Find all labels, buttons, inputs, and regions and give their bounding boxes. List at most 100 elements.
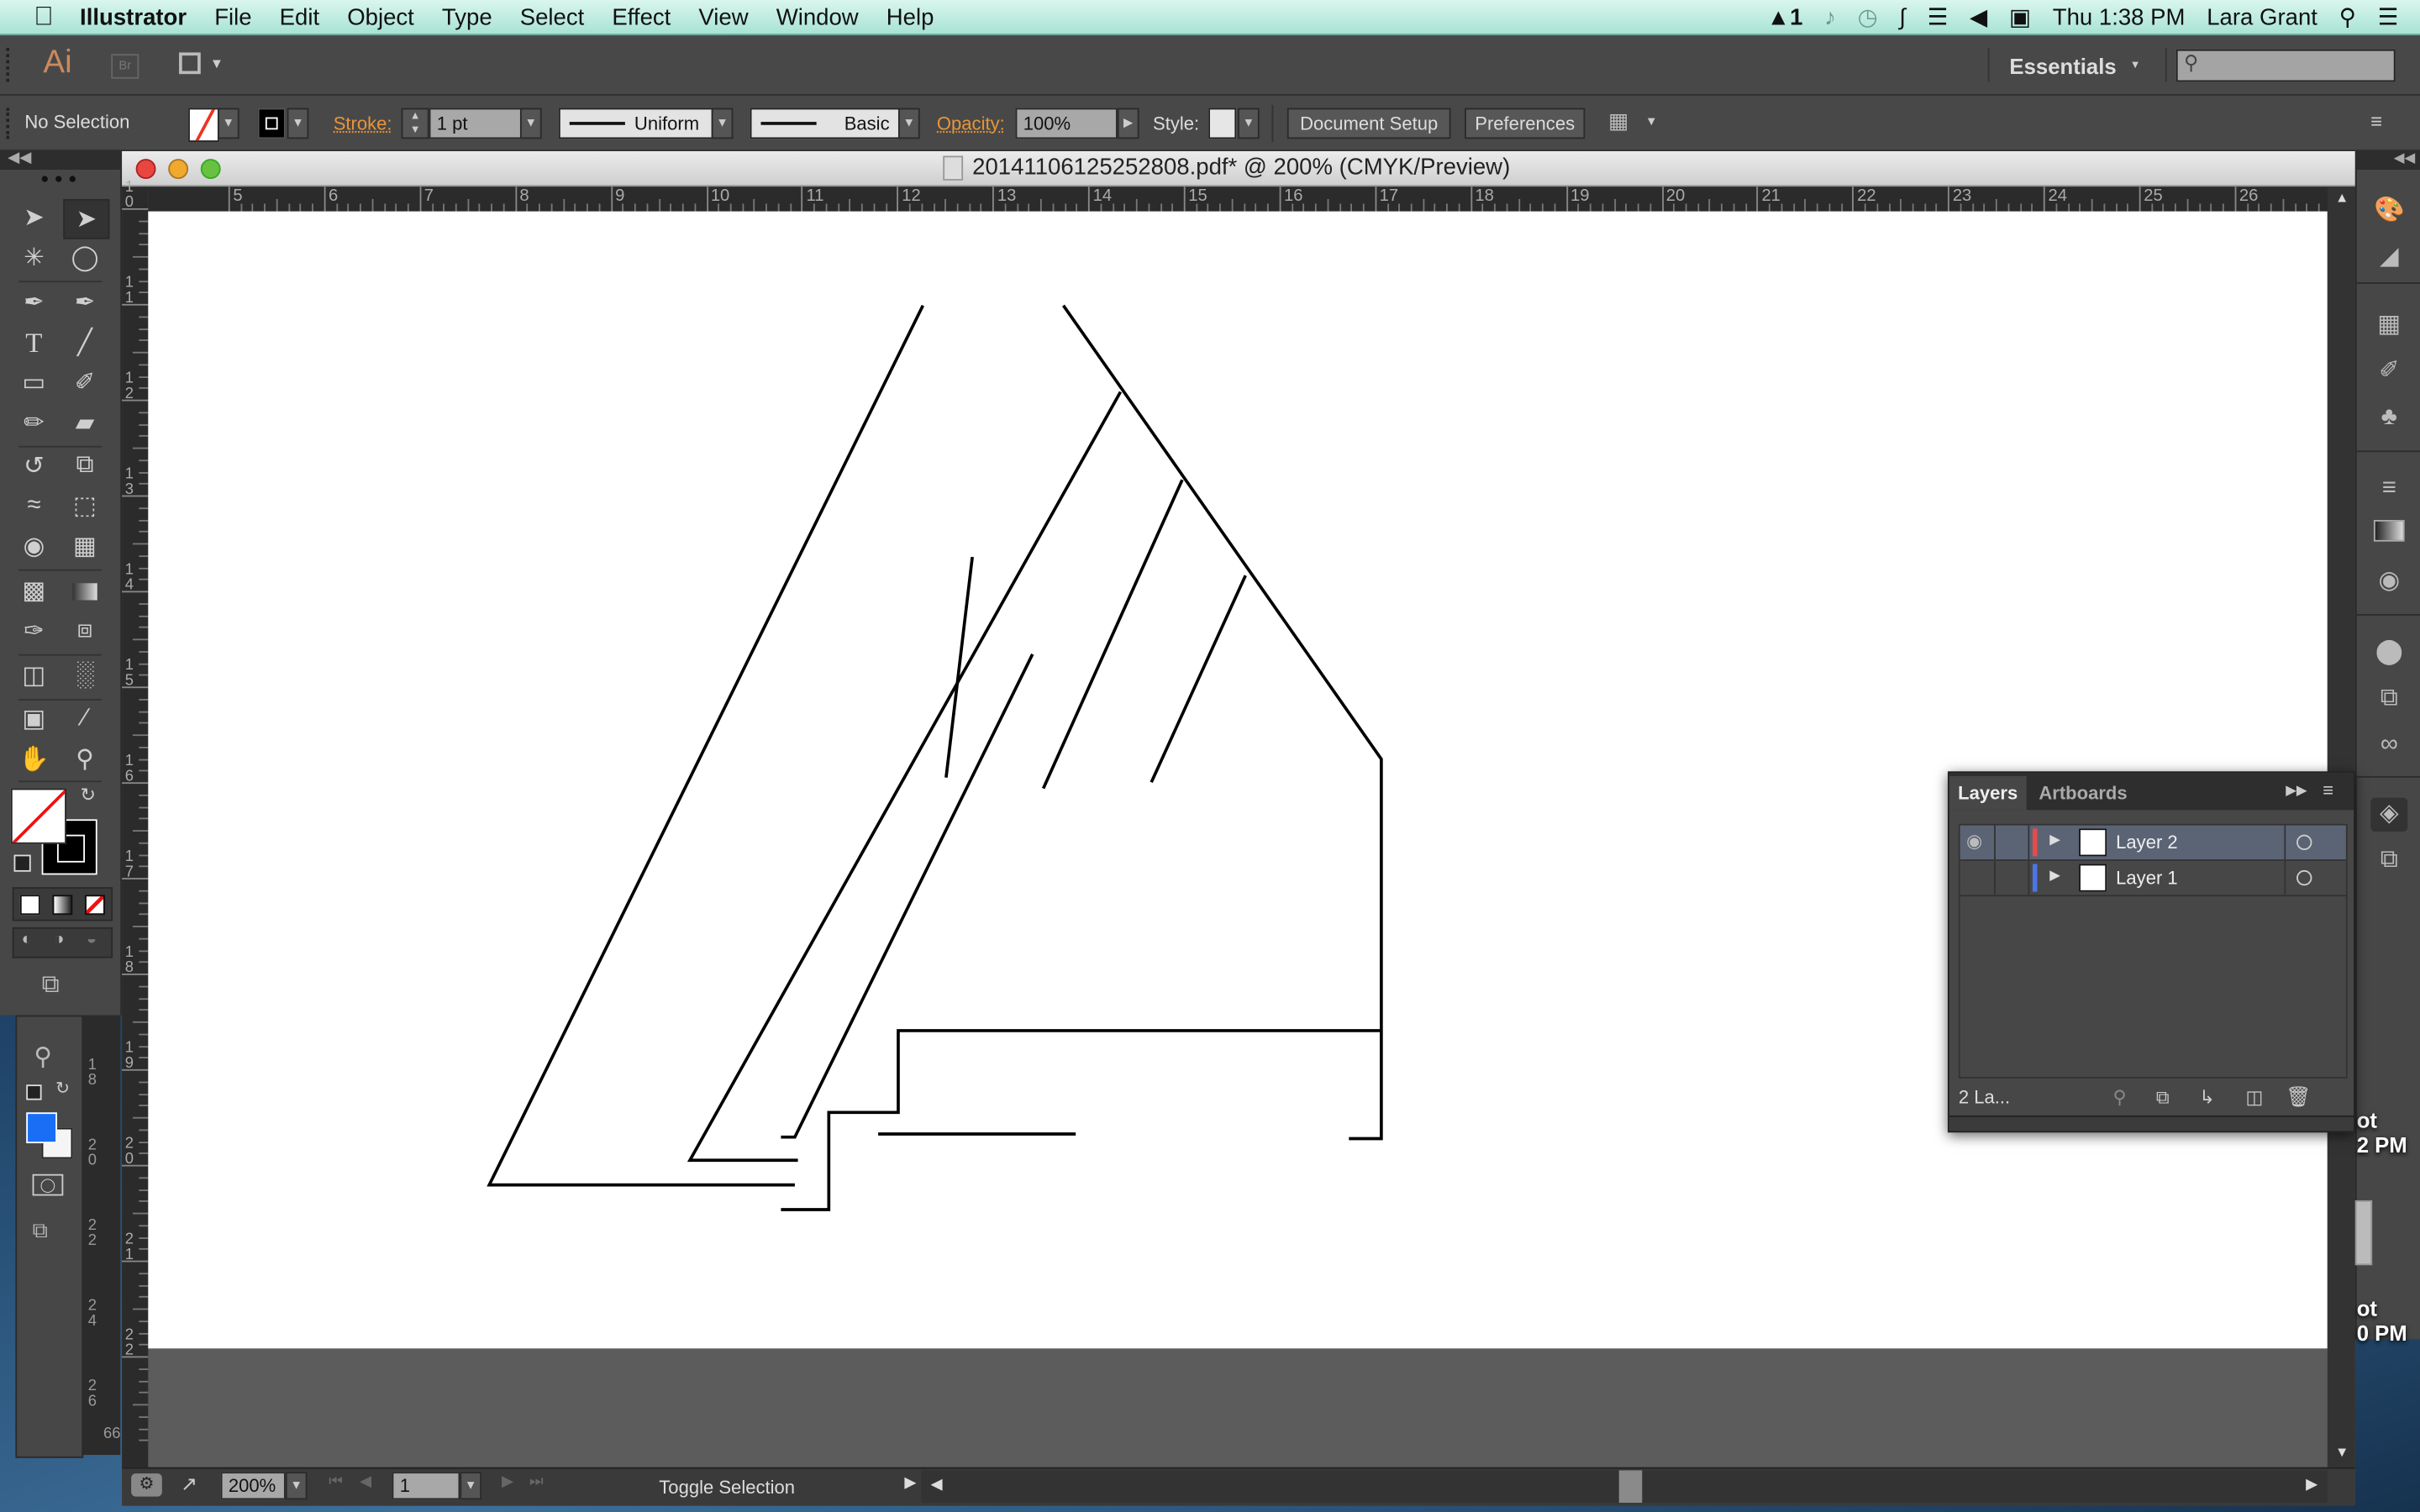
rectangle-tool[interactable]: ▭ xyxy=(13,364,55,401)
menu-app-name[interactable]: Illustrator xyxy=(80,4,187,30)
pencil-tool[interactable]: ✏ xyxy=(13,404,55,441)
artwork-path[interactable] xyxy=(1041,479,1184,790)
visibility-toggle[interactable] xyxy=(1960,861,1994,895)
isolate-selection-icon[interactable]: ▦ xyxy=(1608,108,1628,134)
workspace-switcher[interactable]: Essentials xyxy=(2009,54,2116,78)
magic-wand-tool[interactable]: ✳ xyxy=(13,239,55,276)
clock[interactable]: Thu 1:38 PM xyxy=(2053,4,2186,30)
lock-toggle[interactable] xyxy=(1996,826,2027,859)
stroke-panel-link[interactable]: Stroke: xyxy=(334,113,392,134)
stroke-swatch[interactable] xyxy=(257,108,286,139)
first-artboard-button[interactable]: ⏮ xyxy=(329,1473,343,1490)
create-sublayer-icon[interactable]: ↳ xyxy=(2199,1086,2214,1108)
bluetooth-icon[interactable]: ∫ xyxy=(1899,4,1906,30)
mesh-tool[interactable]: ▩ xyxy=(13,572,55,609)
share-icon[interactable]: ↗ xyxy=(181,1472,197,1496)
scale-tool[interactable]: ⧉ xyxy=(63,448,106,485)
horizontal-ruler[interactable]: 5 6 7 8 9 10 11 12 13 14 15 16 17 18 19 20 21 22 23 24 25 26 xyxy=(148,186,2355,212)
default-fill-stroke-icon[interactable] xyxy=(13,854,31,872)
artwork-path[interactable] xyxy=(944,556,974,778)
stroke-weight-field[interactable]: 1 pt xyxy=(429,108,522,139)
target-circle-icon[interactable] xyxy=(2296,834,2312,851)
menu-window[interactable]: Window xyxy=(776,4,859,30)
menu-edit[interactable]: Edit xyxy=(280,4,319,30)
user-name[interactable]: Lara Grant xyxy=(2207,4,2317,30)
time-machine-icon[interactable]: ◷ xyxy=(1858,3,1878,31)
document-setup-button[interactable]: Document Setup xyxy=(1286,108,1451,139)
variable-width-profile[interactable]: Uniform xyxy=(558,108,713,139)
grip-handle[interactable] xyxy=(41,176,76,182)
wifi-icon[interactable]: ☰ xyxy=(1928,3,1949,31)
eye-visibility-icon[interactable]: ◉ xyxy=(1966,830,1982,852)
expand-triangle-icon[interactable]: ▶ xyxy=(2049,832,2060,848)
gradient-tool[interactable] xyxy=(63,572,106,609)
color-guide-icon[interactable]: ◢ xyxy=(2370,241,2407,275)
zoom-tool[interactable]: ⚲ xyxy=(63,741,106,778)
color-button[interactable] xyxy=(19,895,40,916)
drawing-mode-icon[interactable]: ◯ xyxy=(32,1173,64,1196)
scroll-left-arrow[interactable]: ◀ xyxy=(931,1477,943,1494)
collapse-panel-icon[interactable]: ▶▶ xyxy=(2286,782,2307,799)
layers-panel-icon[interactable]: ◈ xyxy=(2370,797,2408,832)
blend-tool[interactable]: ⧈ xyxy=(63,612,106,649)
desktop-file-label[interactable]: ot 2 PM xyxy=(2357,1108,2407,1158)
minimize-window-button[interactable] xyxy=(168,159,189,180)
artboards-panel-icon[interactable]: ⧉ xyxy=(2370,844,2407,878)
scroll-thumb[interactable] xyxy=(1618,1470,1643,1503)
layer-name[interactable]: Layer 2 xyxy=(2116,832,2178,853)
appearance-icon[interactable]: ⬤ xyxy=(2370,636,2407,669)
document-title-bar[interactable]: 20141106125252808.pdf* @ 200% (CMYK/Prev… xyxy=(122,151,2355,187)
lasso-tool[interactable]: ◯ xyxy=(63,239,106,276)
apple-menu-icon[interactable]:  xyxy=(34,2,53,33)
arrange-documents-icon[interactable] xyxy=(179,52,201,75)
swatches-icon[interactable]: ▦ xyxy=(2370,308,2407,342)
scroll-right-arrow[interactable]: ▶ xyxy=(2306,1477,2317,1494)
chevron-down-icon[interactable]: ▼ xyxy=(210,55,224,71)
draw-inside-icon[interactable]: ◒ xyxy=(87,931,97,949)
stroke-panel-icon[interactable]: ≡ xyxy=(2370,472,2407,506)
previous-artboard-button[interactable]: ◀ xyxy=(360,1473,371,1490)
chevron-down-icon[interactable]: ▼ xyxy=(2130,60,2141,71)
next-artboard-button[interactable]: ▶ xyxy=(502,1473,513,1490)
gradient-panel-icon[interactable] xyxy=(2370,518,2407,552)
brush-dropdown[interactable]: ▼ xyxy=(897,108,920,139)
collapse-dock-icon[interactable]: ◀◀ xyxy=(2394,150,2415,166)
curvature-tool[interactable]: ✒ xyxy=(63,284,106,321)
change-screen-mode-icon[interactable]: ⧉ xyxy=(33,1217,48,1243)
menu-view[interactable]: View xyxy=(698,4,748,30)
desktop-file-thumbnail[interactable] xyxy=(2354,1200,2373,1266)
eraser-tool[interactable]: ▰ xyxy=(63,404,106,441)
layer-row[interactable]: ▶ Layer 1 xyxy=(1960,860,2346,897)
slice-tool[interactable]: ∕ xyxy=(63,701,106,738)
rotate-tool[interactable]: ↺ xyxy=(13,448,55,485)
status-text[interactable]: Toggle Selection xyxy=(659,1477,795,1499)
stroke-weight-dropdown[interactable]: ▼ xyxy=(519,108,542,139)
menu-file[interactable]: File xyxy=(214,4,251,30)
transparency-icon[interactable]: ◉ xyxy=(2370,564,2407,598)
swap-fill-stroke-icon[interactable]: ↻ xyxy=(81,784,96,806)
perspective-grid-tool[interactable]: ▦ xyxy=(63,528,106,564)
layer-row[interactable]: ◉ ▶ Layer 2 xyxy=(1960,825,2346,861)
notification-icon[interactable]: ♪ xyxy=(1824,4,1836,30)
menu-effect[interactable]: Effect xyxy=(612,4,671,30)
collapse-panel-icon[interactable]: ◀◀ xyxy=(8,150,31,166)
zoom-level-field[interactable]: 200% xyxy=(220,1472,286,1500)
color-panel-icon[interactable]: 🎨 xyxy=(2370,194,2407,228)
locate-object-icon[interactable]: ⚲ xyxy=(2112,1086,2126,1108)
opacity-panel-link[interactable]: Opacity: xyxy=(937,113,1005,134)
fill-color-box[interactable] xyxy=(26,1112,57,1144)
paintbrush-tool[interactable]: ✐ xyxy=(63,364,106,401)
zoom-window-button[interactable] xyxy=(200,159,221,180)
artwork-path[interactable] xyxy=(487,304,925,1187)
scroll-up-arrow[interactable]: ▲ xyxy=(2335,190,2349,205)
target-circle-icon[interactable] xyxy=(2296,869,2312,886)
magnifier-icon[interactable]: ⚲ xyxy=(34,1042,52,1073)
symbols-icon[interactable]: ♣ xyxy=(2370,402,2407,435)
adobe-icon[interactable]: ▲1 xyxy=(1767,4,1803,30)
type-tool[interactable]: T xyxy=(13,324,55,361)
selection-tool[interactable]: ➤ xyxy=(13,199,55,236)
opacity-field[interactable]: 100% xyxy=(1015,108,1118,139)
artboard-tool[interactable]: ▣ xyxy=(13,701,55,738)
horizontal-scrollbar[interactable]: ◀ ▶ xyxy=(921,1470,2328,1503)
pen-tool[interactable]: ✒ xyxy=(13,284,55,321)
